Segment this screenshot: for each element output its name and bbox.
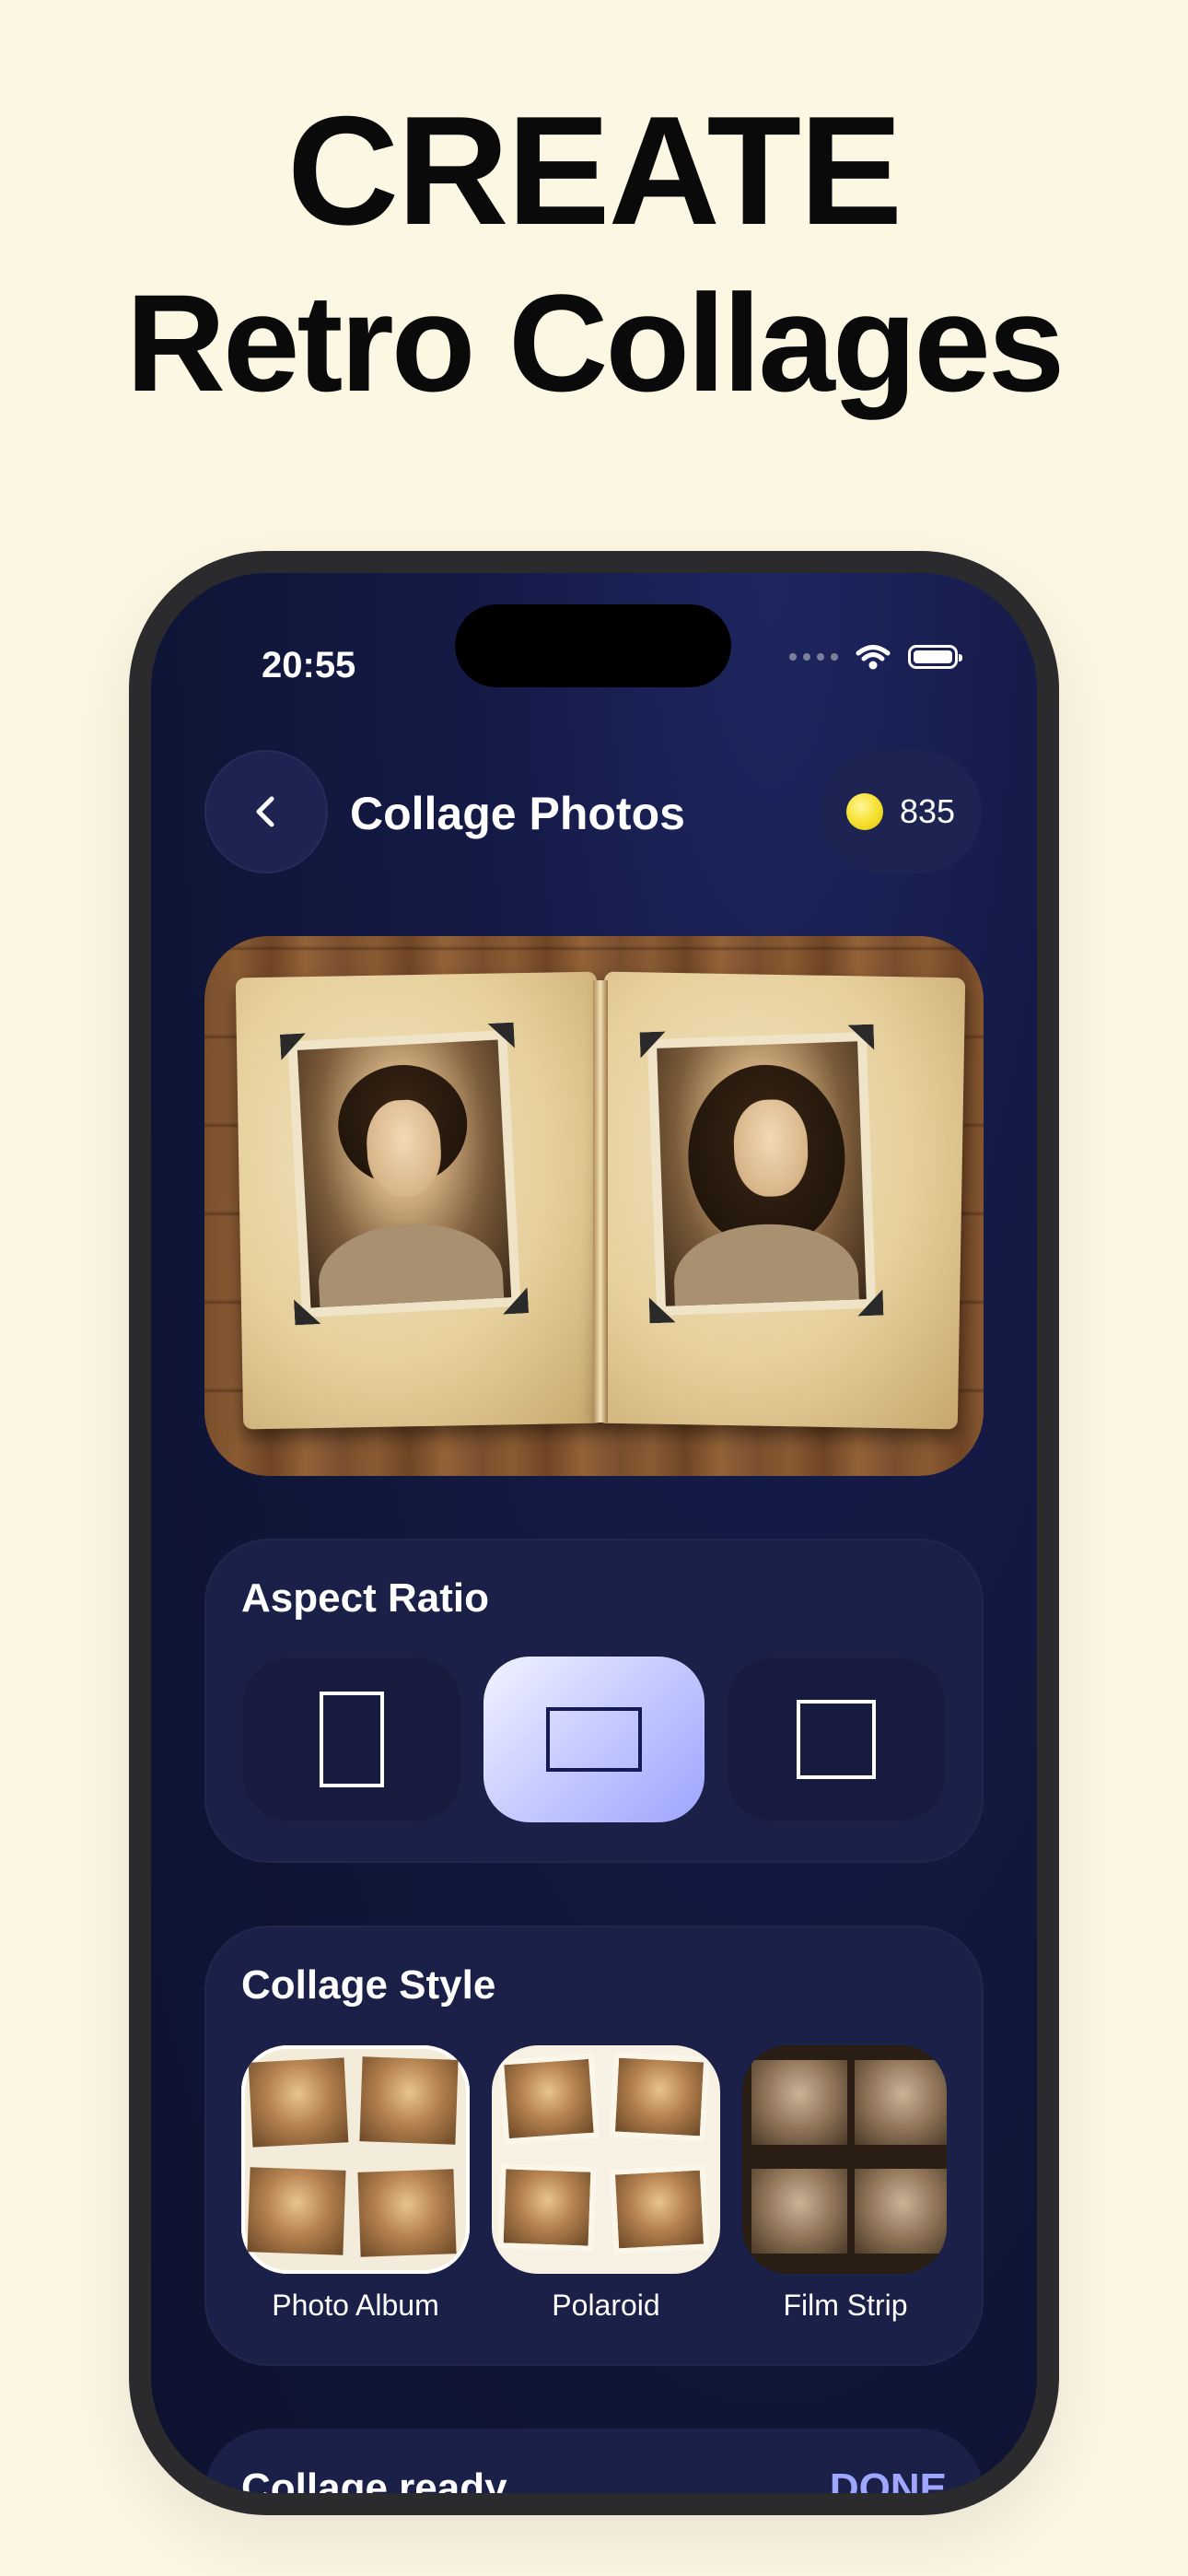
landscape-ratio-icon [546, 1707, 642, 1772]
collage-style-title: Collage Style [241, 1962, 496, 2008]
aspect-ratio-landscape-option[interactable] [483, 1657, 705, 1822]
app-screen: 20:55 Collage Photos 835 Aspect Ratio Co… [151, 573, 1037, 2493]
vintage-album-illustration [235, 971, 966, 1430]
portrait-photo-left [287, 1030, 520, 1317]
phone-frame: 20:55 Collage Photos 835 Aspect Ratio Co… [129, 551, 1059, 2515]
aspect-ratio-portrait-option[interactable] [241, 1657, 462, 1822]
collage-style-card: Collage Style Photo Album Polaroid Film … [204, 1926, 984, 2366]
aspect-ratio-title: Aspect Ratio [241, 1575, 489, 1621]
aspect-ratio-square-option[interactable] [726, 1657, 947, 1822]
aspect-ratio-card: Aspect Ratio [204, 1539, 984, 1863]
square-ratio-icon [797, 1700, 876, 1779]
style-film-strip-option[interactable] [742, 2045, 947, 2274]
signal-dots-icon [789, 653, 838, 661]
promo-headline: CREATE Retro Collages [0, 83, 1188, 428]
headline-line-1: CREATE [286, 84, 903, 257]
style-photo-album-option[interactable] [241, 2045, 470, 2274]
headline-line-2: Retro Collages [125, 265, 1066, 420]
status-time: 20:55 [262, 645, 356, 685]
collage-preview-image [204, 936, 984, 1476]
status-icons [789, 643, 962, 671]
collage-ready-card: Collage ready DONE [204, 2429, 984, 2493]
battery-icon [908, 645, 962, 669]
page-title: Collage Photos [350, 788, 685, 839]
style-polaroid-option[interactable] [492, 2045, 720, 2274]
collage-ready-title: Collage ready [241, 2465, 507, 2493]
style-photo-album-label: Photo Album [272, 2289, 439, 2322]
coin-balance[interactable]: 835 [820, 750, 982, 873]
back-chevron-icon [256, 796, 274, 827]
portrait-photo-right [647, 1032, 876, 1316]
style-film-strip-label: Film Strip [783, 2289, 908, 2322]
back-button[interactable] [204, 750, 328, 873]
dynamic-island [455, 604, 731, 687]
wifi-icon [856, 645, 891, 670]
portrait-ratio-icon [320, 1692, 384, 1787]
style-polaroid-label: Polaroid [552, 2289, 660, 2322]
coin-icon [845, 793, 883, 830]
coin-count: 835 [899, 792, 956, 830]
done-button[interactable]: DONE [830, 2465, 947, 2493]
